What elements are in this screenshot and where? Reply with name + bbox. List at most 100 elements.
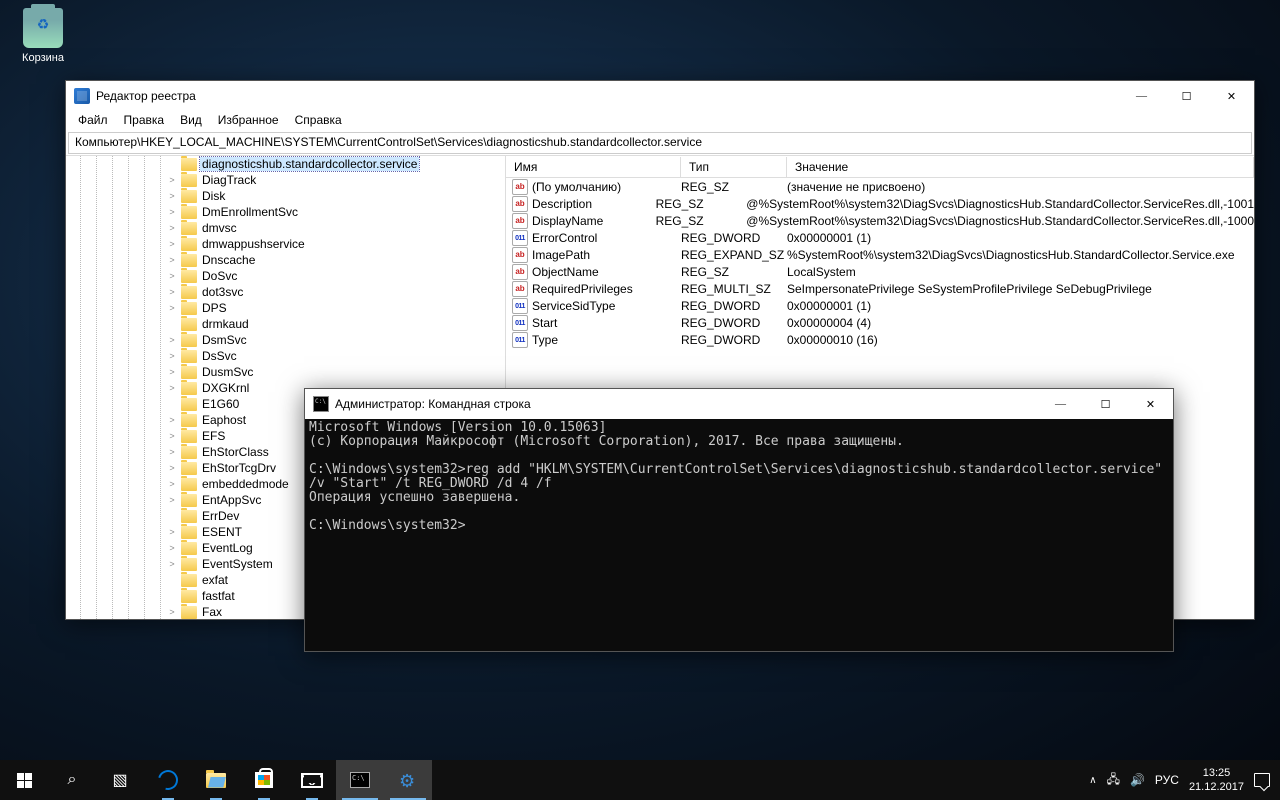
chevron-icon[interactable]: > xyxy=(166,431,178,441)
chevron-icon[interactable]: > xyxy=(166,367,178,377)
tree-item[interactable]: >Dnscache xyxy=(66,252,505,268)
value-name: Description xyxy=(532,197,592,211)
chevron-icon[interactable]: > xyxy=(166,207,178,217)
chevron-icon[interactable]: > xyxy=(166,527,178,537)
chevron-icon[interactable]: > xyxy=(166,271,178,281)
menu-Вид[interactable]: Вид xyxy=(172,111,210,131)
tree-label: DoSvc xyxy=(200,269,239,283)
tree-label: EFS xyxy=(200,429,227,443)
chevron-icon[interactable]: > xyxy=(166,239,178,249)
clock[interactable]: 13:25 21.12.2017 xyxy=(1189,766,1244,794)
folder-icon xyxy=(181,558,197,571)
chevron-icon[interactable]: > xyxy=(166,415,178,425)
chevron-icon[interactable]: > xyxy=(166,335,178,345)
value-row[interactable]: RequiredPrivilegesREG_MULTI_SZSeImperson… xyxy=(506,280,1254,297)
value-row[interactable]: ErrorControlREG_DWORD0x00000001 (1) xyxy=(506,229,1254,246)
tree-item[interactable]: drmkaud xyxy=(66,316,505,332)
regedit-icon xyxy=(74,88,90,104)
task-view-button[interactable]: ▧ xyxy=(96,760,144,800)
chevron-icon[interactable]: > xyxy=(166,255,178,265)
value-data: SeImpersonatePrivilege SeSystemProfilePr… xyxy=(787,282,1254,296)
col-name[interactable]: Имя xyxy=(506,157,681,177)
tree-label: DsmSvc xyxy=(200,333,249,347)
regedit-address[interactable]: Компьютер\HKEY_LOCAL_MACHINE\SYSTEM\Curr… xyxy=(68,132,1252,154)
tree-item[interactable]: >DsSvc xyxy=(66,348,505,364)
value-type-icon xyxy=(512,264,528,280)
menu-Избранное[interactable]: Избранное xyxy=(210,111,287,131)
services-taskbar[interactable] xyxy=(384,760,432,800)
value-row[interactable]: ImagePathREG_EXPAND_SZ%SystemRoot%\syste… xyxy=(506,246,1254,263)
start-button[interactable] xyxy=(0,760,48,800)
tray-overflow[interactable]: ∧ xyxy=(1089,775,1096,786)
tree-item[interactable]: >DiagTrack xyxy=(66,172,505,188)
menu-Справка[interactable]: Справка xyxy=(287,111,350,131)
tree-item[interactable]: >DPS xyxy=(66,300,505,316)
tree-item[interactable]: >DusmSvc xyxy=(66,364,505,380)
chevron-icon[interactable]: > xyxy=(166,559,178,569)
store-taskbar[interactable] xyxy=(240,760,288,800)
chevron-icon[interactable]: > xyxy=(166,495,178,505)
tree-item[interactable]: >dot3svc xyxy=(66,284,505,300)
menu-Правка[interactable]: Правка xyxy=(116,111,173,131)
explorer-taskbar[interactable] xyxy=(192,760,240,800)
chevron-icon[interactable]: > xyxy=(166,191,178,201)
tree-label: DXGKrnl xyxy=(200,381,251,395)
tree-item[interactable]: >dmwappushservice xyxy=(66,236,505,252)
close-button[interactable]: ✕ xyxy=(1128,389,1173,419)
value-row[interactable]: StartREG_DWORD0x00000004 (4) xyxy=(506,314,1254,331)
action-center-icon[interactable] xyxy=(1254,773,1270,787)
recycle-bin[interactable]: Корзина xyxy=(8,8,78,64)
folder-icon xyxy=(181,366,197,379)
value-name: ServiceSidType xyxy=(532,299,615,313)
chevron-icon[interactable]: > xyxy=(166,287,178,297)
tree-item[interactable]: > DoSvc xyxy=(66,268,505,284)
folder-icon xyxy=(181,254,197,267)
volume-icon[interactable]: 🔊 xyxy=(1130,773,1145,787)
search-button[interactable]: ⌕ xyxy=(48,760,96,800)
network-icon[interactable]: 🖧 xyxy=(1107,770,1120,791)
cmd-icon xyxy=(313,396,329,412)
maximize-button[interactable]: ☐ xyxy=(1164,81,1209,111)
value-row[interactable]: TypeREG_DWORD0x00000010 (16) xyxy=(506,331,1254,348)
chevron-icon[interactable]: > xyxy=(166,463,178,473)
regedit-titlebar[interactable]: Редактор реестра — ☐ ✕ xyxy=(66,81,1254,111)
mail-taskbar[interactable] xyxy=(288,760,336,800)
tree-label: E1G60 xyxy=(200,397,241,411)
chevron-icon[interactable]: > xyxy=(166,351,178,361)
folder-icon xyxy=(181,494,197,507)
cmd-output[interactable]: Microsoft Windows [Version 10.0.15063] (… xyxy=(305,419,1173,651)
tree-label: DmEnrollmentSvc xyxy=(200,205,300,219)
col-type[interactable]: Тип xyxy=(681,157,787,177)
cmd-titlebar[interactable]: Администратор: Командная строка — ☐ ✕ xyxy=(305,389,1173,419)
menu-Файл[interactable]: Файл xyxy=(70,111,116,131)
tree-item[interactable]: >Disk xyxy=(66,188,505,204)
language-indicator[interactable]: РУС xyxy=(1155,773,1179,787)
chevron-icon[interactable]: > xyxy=(166,383,178,393)
value-row[interactable]: ObjectNameREG_SZLocalSystem xyxy=(506,263,1254,280)
taskbar: ⌕ ▧ ∧ 🖧 🔊 РУС 13:25 21.12.2017 xyxy=(0,760,1280,800)
chevron-icon[interactable]: > xyxy=(166,543,178,553)
chevron-icon[interactable]: > xyxy=(166,607,178,617)
minimize-button[interactable]: — xyxy=(1119,81,1164,111)
chevron-icon[interactable]: > xyxy=(166,303,178,313)
chevron-icon[interactable]: > xyxy=(166,223,178,233)
col-value[interactable]: Значение xyxy=(787,157,1254,177)
chevron-icon[interactable]: > xyxy=(166,175,178,185)
close-button[interactable]: ✕ xyxy=(1209,81,1254,111)
value-row[interactable]: ServiceSidTypeREG_DWORD0x00000001 (1) xyxy=(506,297,1254,314)
value-name: RequiredPrivileges xyxy=(532,282,633,296)
value-row[interactable]: (По умолчанию)REG_SZ(значение не присвое… xyxy=(506,178,1254,195)
tree-item[interactable]: diagnosticshub.standardcollector.service xyxy=(66,156,505,172)
chevron-icon[interactable]: > xyxy=(166,479,178,489)
chevron-icon[interactable]: > xyxy=(166,447,178,457)
regedit-menubar: ФайлПравкаВидИзбранноеСправка xyxy=(66,111,1254,131)
maximize-button[interactable]: ☐ xyxy=(1083,389,1128,419)
edge-taskbar[interactable] xyxy=(144,760,192,800)
minimize-button[interactable]: — xyxy=(1038,389,1083,419)
value-row[interactable]: DisplayNameREG_SZ@%SystemRoot%\system32\… xyxy=(506,212,1254,229)
tree-item[interactable]: >dmvsc xyxy=(66,220,505,236)
tree-item[interactable]: > DsmSvc xyxy=(66,332,505,348)
tree-item[interactable]: > DmEnrollmentSvc xyxy=(66,204,505,220)
value-row[interactable]: DescriptionREG_SZ@%SystemRoot%\system32\… xyxy=(506,195,1254,212)
cmd-taskbar[interactable] xyxy=(336,760,384,800)
